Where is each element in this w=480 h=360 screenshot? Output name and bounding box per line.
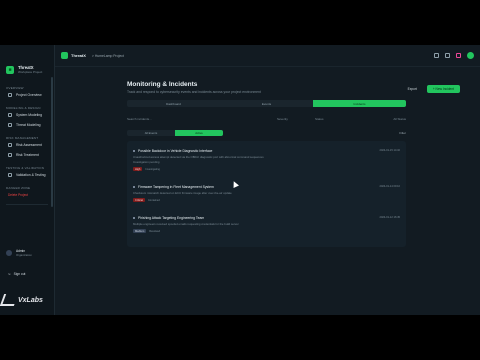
incident-date: 2024-01-15 14:32 (379, 149, 400, 152)
new-incident-button[interactable]: + New Incident (426, 85, 460, 93)
chart-icon (8, 143, 12, 147)
watermark: VxLabs (0, 294, 43, 306)
sidebar-item-label: Validation & Testing (16, 173, 46, 177)
list-item[interactable]: Firmware Tampering in Fleet Management S… (133, 181, 400, 212)
severity-badge: Medium (133, 229, 147, 233)
sidebar-item-risk-treatment[interactable]: Risk Treatment (0, 150, 54, 160)
view-tabs: Dashboard Events Incidents (127, 100, 406, 107)
list-item[interactable]: Possible Backdoor in Vehicle Diagnostic … (133, 145, 400, 181)
segment-row: All Events Active Filter (127, 130, 406, 136)
segment-control: All Events Active (127, 130, 223, 136)
watermark-text: VxLabs (18, 296, 43, 304)
sidebar-item-project-overview[interactable]: Project Overview (0, 90, 54, 100)
cube-icon (8, 113, 12, 117)
status-dot-icon (133, 186, 135, 188)
settings-icon[interactable] (445, 53, 450, 58)
sign-out-button[interactable]: ↪ Sign out (8, 272, 25, 276)
theme-toggle-icon[interactable] (434, 53, 439, 58)
incident-status: Resolved (149, 229, 161, 233)
sidebar-divider (6, 204, 48, 205)
sidebar-brand: ■ ThreatX Workplace Project (0, 45, 54, 80)
sidebar-item-label: System Modeling (16, 113, 43, 117)
segment-all[interactable]: All Events (127, 130, 175, 136)
brand-logo-icon: ■ (6, 65, 14, 74)
logout-icon: ↪ (8, 272, 11, 276)
notifications-icon[interactable] (456, 53, 461, 58)
main-area: ThreatX > HumeLamp Project Monitoring & … (55, 45, 480, 315)
severity-badge: High (133, 167, 143, 171)
dashboard-icon (8, 93, 12, 97)
user-role: Organization (16, 253, 32, 257)
sidebar-item-label: Project Overview (16, 93, 42, 97)
shield-icon (8, 123, 12, 127)
incident-description: Unauthorized access attempt detected via… (133, 155, 264, 159)
search-input[interactable]: Search incidents... (127, 117, 277, 121)
incident-status: Contained (147, 198, 160, 202)
page-content: Monitoring & Incidents Track and respond… (55, 67, 480, 247)
incident-title: Possible Backdoor in Vehicle Diagnostic … (138, 149, 213, 153)
topbar: ThreatX > HumeLamp Project (55, 45, 480, 67)
brand-sub: Workplace Project (18, 70, 43, 74)
filter-button[interactable]: Filter (399, 131, 406, 135)
sidebar-item-label: Risk Treatment (16, 153, 39, 157)
status-dot-icon (133, 217, 135, 219)
status-dot-icon (133, 150, 135, 152)
sidebar-item-system-modeling[interactable]: System Modeling (0, 110, 54, 120)
incident-title: Phishing Attack Targeting Engineering Te… (138, 216, 205, 220)
sidebar-item-validation[interactable]: Validation & Testing (0, 170, 54, 180)
top-logo-icon (61, 52, 68, 59)
incident-description-extra: Investigation pending (133, 160, 160, 164)
tab-incidents[interactable]: Incidents (313, 100, 406, 107)
tab-events[interactable]: Events (220, 100, 313, 107)
incident-date: 2024-01-14 09:10 (379, 185, 400, 188)
severity-badge: Critical (133, 198, 145, 202)
sign-out-label: Sign out (13, 272, 26, 276)
incident-list: Possible Backdoor in Vehicle Diagnostic … (127, 141, 406, 247)
status-filter[interactable]: Status (315, 117, 353, 121)
breadcrumb[interactable]: > HumeLamp Project (92, 54, 124, 58)
avatar[interactable] (467, 52, 474, 59)
top-app-name: ThreatX (71, 53, 86, 58)
incident-description: Multiple engineers received spoofed emai… (133, 222, 239, 226)
user-profile[interactable]: Admin Organization (6, 249, 32, 257)
check-icon (8, 173, 12, 177)
incident-title: Firmware Tampering in Fleet Management S… (138, 185, 214, 189)
delete-project-button[interactable]: Delete Project (0, 190, 54, 200)
avatar (6, 250, 12, 256)
list-item[interactable]: Phishing Attack Targeting Engineering Te… (133, 212, 400, 243)
segment-active[interactable]: Active (175, 130, 223, 136)
filter-bar: Search incidents... Severity Status All … (127, 117, 406, 121)
export-button[interactable]: Export (404, 85, 421, 93)
severity-filter[interactable]: Severity (277, 117, 315, 121)
header-actions: Export + New Incident (404, 85, 460, 93)
video-letterbox-top (0, 0, 480, 45)
app-window: ■ ThreatX Workplace Project OVERVIEW Pro… (0, 45, 480, 315)
tab-dashboard[interactable]: Dashboard (127, 100, 220, 107)
sidebar-item-label: Threat Modeling (16, 123, 41, 127)
wrench-icon (8, 153, 12, 157)
all-status-select[interactable]: All Status (393, 117, 406, 121)
sidebar-item-label: Risk Assessment (16, 143, 42, 147)
vxlabs-logo-icon (0, 294, 19, 306)
sidebar-scrollbar[interactable] (51, 77, 53, 207)
incident-description: Checksum mismatch detected on ECU firmwa… (133, 191, 232, 195)
incident-date: 2024-01-12 16:45 (379, 216, 400, 219)
sidebar-item-threat-modeling[interactable]: Threat Modeling (0, 120, 54, 130)
sidebar-item-risk-assessment[interactable]: Risk Assessment (0, 140, 54, 150)
video-letterbox-bottom (0, 315, 480, 360)
sidebar: ■ ThreatX Workplace Project OVERVIEW Pro… (0, 45, 55, 315)
incident-status: Investigating (145, 167, 160, 171)
